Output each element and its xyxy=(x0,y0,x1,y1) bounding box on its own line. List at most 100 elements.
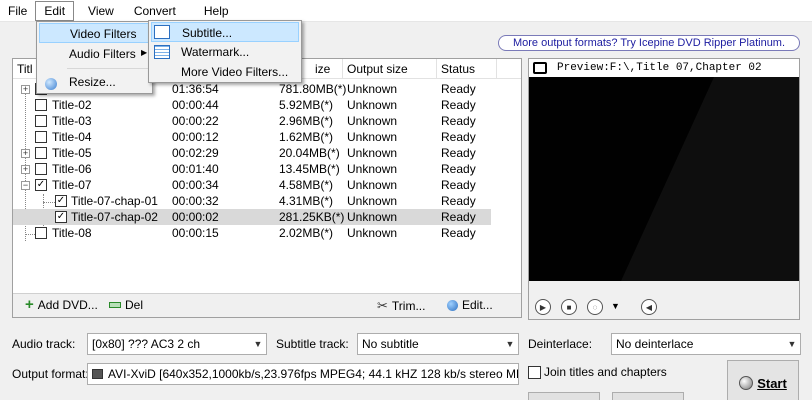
title-table: Titl ize Output size Status +Title-0101:… xyxy=(12,58,522,318)
row-size: 5.92MB(*) xyxy=(279,98,334,112)
join-checkbox[interactable] xyxy=(528,366,541,379)
menu-view[interactable]: View xyxy=(74,1,122,21)
table-row[interactable]: Title-08 00:00:15 2.02MB(*) Unknown Ready xyxy=(13,225,491,241)
chevron-down-icon[interactable]: ▼ xyxy=(611,301,620,311)
menu-item-audio-filters[interactable]: Audio Filters xyxy=(39,44,150,64)
deinterlace-select[interactable]: No deinterlace ▼ xyxy=(611,333,801,355)
row-status: Ready xyxy=(441,162,476,176)
subtitle-icon xyxy=(154,25,170,39)
preview-title: Preview:F:\,Title 07,Chapter 02 xyxy=(557,62,762,74)
menu-item-video-filters[interactable]: Video Filters xyxy=(39,23,150,43)
row-status: Ready xyxy=(441,210,476,224)
row-checkbox[interactable] xyxy=(35,115,47,127)
expand-icon[interactable]: + xyxy=(21,85,30,94)
row-checkbox[interactable] xyxy=(35,227,47,239)
row-status: Ready xyxy=(441,114,476,128)
audio-track-label: Audio track: xyxy=(12,337,76,351)
chevron-right-icon: ▶ xyxy=(141,48,148,57)
output-format-label: Output format: xyxy=(12,367,89,381)
row-title: Title-04 xyxy=(52,130,92,144)
row-output-size: Unknown xyxy=(347,178,398,192)
subtitle-track-value: No subtitle xyxy=(362,337,419,351)
row-title: Title-05 xyxy=(52,146,92,160)
volume-icon[interactable]: ◀ xyxy=(641,299,657,315)
row-size: 4.58MB(*) xyxy=(279,178,334,192)
deinterlace-value: No deinterlace xyxy=(616,337,694,351)
row-status: Ready xyxy=(441,82,476,96)
row-duration: 00:01:40 xyxy=(172,162,219,176)
table-row[interactable]: Title-04 00:00:12 1.62MB(*) Unknown Ready xyxy=(13,129,491,145)
menu-edit[interactable]: Edit xyxy=(35,0,75,21)
add-dvd-button[interactable]: + Add DVD... xyxy=(25,297,98,312)
row-output-size: Unknown xyxy=(347,226,398,240)
table-row[interactable]: Title-02 00:00:44 5.92MB(*) Unknown Ready xyxy=(13,97,491,113)
row-checkbox[interactable] xyxy=(35,99,47,111)
row-checkbox[interactable]: ✓ xyxy=(55,211,67,223)
table-row[interactable]: + Title-06 00:01:40 13.45MB(*) Unknown Ready xyxy=(13,161,491,177)
menu-help[interactable]: Help xyxy=(184,1,237,21)
trim-button[interactable]: ✂ Trim... xyxy=(377,298,425,314)
delete-button[interactable]: Del xyxy=(109,298,143,312)
table-row[interactable]: − ✓ Title-07 00:00:34 4.58MB(*) Unknown Ready xyxy=(13,177,491,193)
row-checkbox[interactable] xyxy=(35,147,47,159)
output-format-select[interactable]: AVI-XviD [640x352,1000kb/s,23.976fps MPE… xyxy=(87,363,519,385)
tv-icon xyxy=(533,62,547,74)
edit-label: Edit... xyxy=(462,298,493,312)
row-duration: 00:00:22 xyxy=(172,114,219,128)
play-icon[interactable]: ▶ xyxy=(535,299,551,315)
row-size: 281.25KB(*) xyxy=(279,210,345,224)
collapse-icon[interactable]: − xyxy=(21,181,30,190)
column-header-status[interactable]: Status xyxy=(437,59,497,79)
column-header-output-size[interactable]: Output size xyxy=(343,59,437,79)
add-dvd-label: Add DVD... xyxy=(37,298,98,312)
chevron-down-icon: ▼ xyxy=(250,334,266,354)
row-status: Ready xyxy=(441,130,476,144)
row-output-size: Unknown xyxy=(347,98,398,112)
row-status: Ready xyxy=(441,226,476,240)
row-status: Ready xyxy=(441,178,476,192)
table-row[interactable]: Title-03 00:00:22 2.96MB(*) Unknown Ready xyxy=(13,113,491,129)
menu-file[interactable]: File xyxy=(0,1,35,21)
stop-icon[interactable]: ■ xyxy=(561,299,577,315)
table-toolbar: + Add DVD... Del ✂ Trim... Edit... xyxy=(13,293,521,317)
row-output-size: Unknown xyxy=(347,194,398,208)
expand-icon[interactable]: + xyxy=(21,165,30,174)
audio-track-value: [0x80] ??? AC3 2 ch xyxy=(92,337,201,351)
table-row[interactable]: + Title-05 00:02:29 20.04MB(*) Unknown Ready xyxy=(13,145,491,161)
row-title: Title-08 xyxy=(52,226,92,240)
deinterlace-label: Deinterlace: xyxy=(528,337,593,351)
row-checkbox[interactable]: ✓ xyxy=(55,195,67,207)
menu-item-resize[interactable]: Resize... xyxy=(39,72,150,92)
row-size: 1.62MB(*) xyxy=(279,130,334,144)
menu-item-watermark[interactable]: Watermark... xyxy=(151,42,299,62)
join-label: Join titles and chapters xyxy=(544,365,667,379)
row-duration: 00:00:02 xyxy=(172,210,219,224)
promo-link[interactable]: More output formats? Try Icepine DVD Rip… xyxy=(498,35,800,51)
audio-track-select[interactable]: [0x80] ??? AC3 2 ch ▼ xyxy=(87,333,267,355)
button-partial[interactable] xyxy=(612,392,684,400)
row-duration: 00:00:15 xyxy=(172,226,219,240)
row-status: Ready xyxy=(441,194,476,208)
edit-button[interactable]: Edit... xyxy=(447,298,493,312)
row-duration: 00:00:12 xyxy=(172,130,219,144)
table-row[interactable]: ✓ Title-07-chap-02 00:00:02 281.25KB(*) Unkn… xyxy=(13,209,491,225)
menu-item-more-video-filters[interactable]: More Video Filters... xyxy=(151,62,299,82)
expand-icon[interactable]: + xyxy=(21,149,30,158)
snapshot-icon[interactable]: ◌ xyxy=(587,299,603,315)
row-status: Ready xyxy=(441,146,476,160)
table-row[interactable]: ✓ Title-07-chap-01 00:00:32 4.31MB(*) Unknow… xyxy=(13,193,491,209)
edit-menu: Video Filters Audio Filters ▶ Resize... xyxy=(36,21,153,94)
menu-item-subtitle[interactable]: Subtitle... xyxy=(151,22,299,42)
film-icon xyxy=(92,369,103,379)
row-title: Title-02 xyxy=(52,98,92,112)
menu-convert[interactable]: Convert xyxy=(122,1,184,21)
subtitle-track-select[interactable]: No subtitle ▼ xyxy=(357,333,519,355)
preview-frame xyxy=(621,77,799,281)
row-checkbox[interactable] xyxy=(35,131,47,143)
row-checkbox[interactable] xyxy=(35,163,47,175)
start-button[interactable]: Start xyxy=(727,360,799,400)
row-checkbox[interactable]: ✓ xyxy=(35,179,47,191)
row-title: Title-06 xyxy=(52,162,92,176)
row-output-size: Unknown xyxy=(347,210,398,224)
button-partial[interactable] xyxy=(528,392,600,400)
